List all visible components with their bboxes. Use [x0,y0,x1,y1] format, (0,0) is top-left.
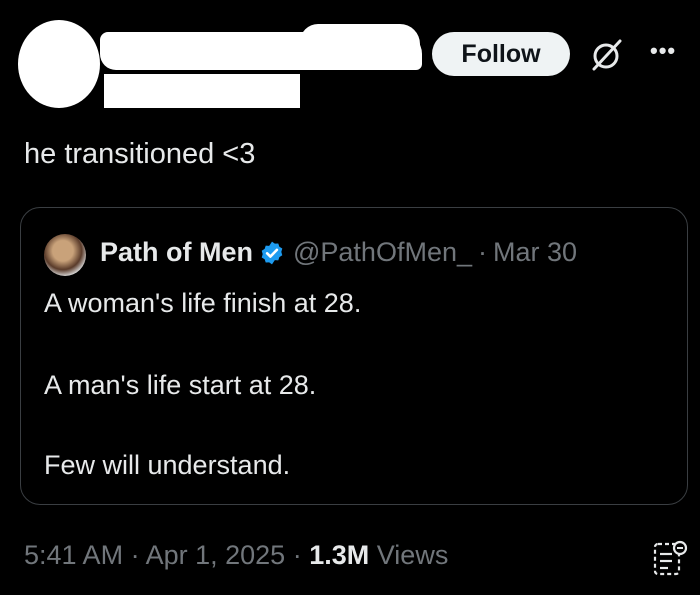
tweet-text: he transitioned <3 [24,138,256,170]
footer-separator: · [130,540,140,570]
redacted-handle [104,74,300,108]
redacted-avatar [18,20,100,108]
follow-button[interactable]: Follow [432,32,570,76]
quoted-author-avatar[interactable] [44,234,86,276]
tweet-time[interactable]: 5:41 AM [24,540,123,570]
tweet-footer: 5:41 AM · Apr 1, 2025 · 1.3M Views [24,540,448,571]
quoted-separator: · [478,237,487,267]
quoted-date[interactable]: Mar 30 [493,237,577,268]
quoted-tweet-header: Path of Men @PathOfMen_ · Mar 30 [100,237,577,268]
tweet-date[interactable]: Apr 1, 2025 [146,540,286,570]
more-icon[interactable]: ••• [650,38,676,64]
views-count: 1.3M [309,540,370,570]
verified-badge-icon [261,241,283,264]
analytics-icon[interactable] [652,538,688,578]
quoted-line-2: A man's life start at 28. [44,370,317,400]
quoted-author-name[interactable]: Path of Men [100,237,253,268]
redacted-display-name-overflow [300,24,420,60]
quoted-line-1: A woman's life finish at 28. [44,288,362,318]
footer-separator: · [292,540,302,570]
grok-icon[interactable] [590,38,624,72]
views-label: Views [376,540,449,570]
quoted-author-handle[interactable]: @PathOfMen_ [293,237,472,268]
quoted-line-3: Few will understand. [44,450,291,480]
